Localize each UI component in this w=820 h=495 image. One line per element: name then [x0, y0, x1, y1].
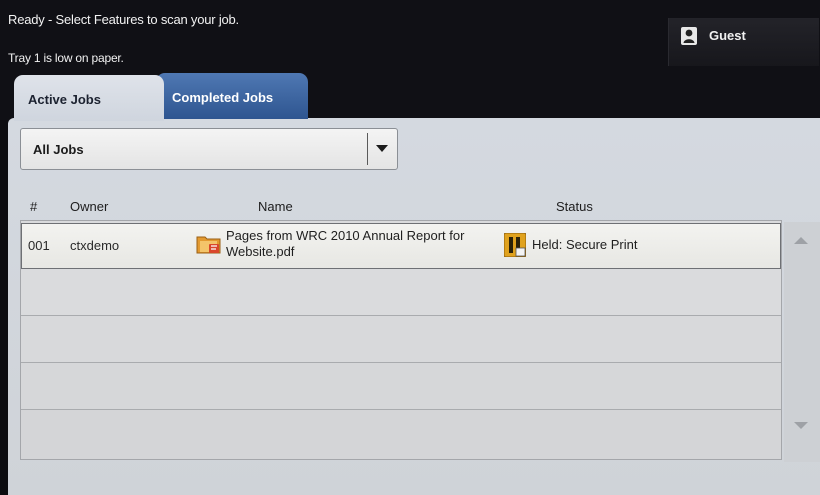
user-icon	[681, 27, 697, 45]
user-label: Guest	[709, 28, 746, 43]
printer-job-screen: Ready - Select Features to scan your job…	[0, 0, 820, 495]
column-header-status: Status	[556, 199, 593, 214]
jobs-table: 001 ctxdemo Pages from WRC 2010 Annual R…	[20, 220, 782, 460]
status-message: Ready - Select Features to scan your job…	[8, 12, 239, 27]
job-owner: ctxdemo	[70, 238, 120, 253]
table-row[interactable]: 001 ctxdemo Pages from WRC 2010 Annual R…	[21, 223, 781, 269]
job-filter-dropdown[interactable]: All Jobs	[20, 128, 398, 170]
table-row-empty	[21, 269, 781, 316]
held-icon	[504, 233, 526, 257]
scroll-down-icon[interactable]	[794, 422, 808, 429]
dropdown-selected-value: All Jobs	[33, 142, 84, 157]
table-row-empty	[21, 410, 781, 459]
user-button[interactable]: Guest	[668, 18, 819, 66]
tab-completed-jobs[interactable]: Completed Jobs	[156, 73, 308, 119]
column-header-owner: Owner	[70, 199, 109, 214]
job-status: Held: Secure Print	[532, 237, 638, 252]
tab-active-jobs[interactable]: Active Jobs	[14, 75, 164, 121]
paper-warning: Tray 1 is low on paper.	[8, 51, 124, 65]
chevron-down-icon	[376, 145, 388, 152]
column-header-name: Name	[258, 199, 293, 214]
scroll-up-icon[interactable]	[794, 237, 808, 244]
table-row-empty	[21, 316, 781, 363]
table-row-empty	[21, 363, 781, 410]
job-number: 001	[28, 238, 50, 253]
document-icon	[196, 236, 221, 254]
scrollbar[interactable]	[784, 222, 820, 462]
job-name: Pages from WRC 2010 Annual Report for We…	[226, 228, 465, 259]
column-header-number: #	[30, 199, 38, 214]
dropdown-divider	[367, 133, 368, 165]
